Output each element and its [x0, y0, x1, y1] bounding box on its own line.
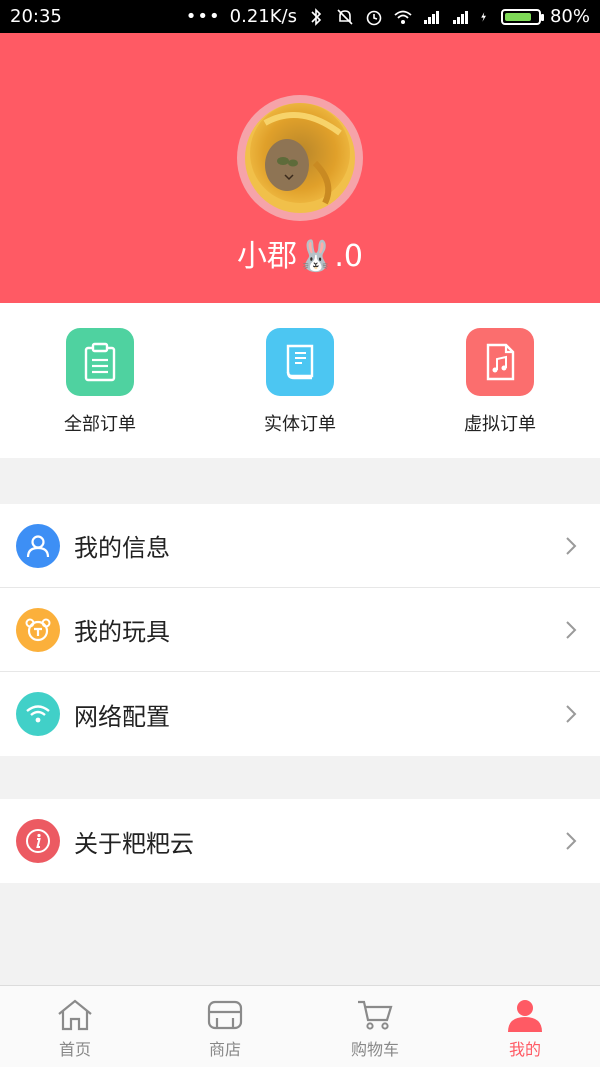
- order-physical-label: 实体订单: [264, 414, 336, 435]
- battery-icon: [500, 8, 544, 25]
- tab-label: 我的: [508, 1040, 541, 1059]
- store-icon: [207, 1000, 243, 1030]
- alarm-icon: [366, 10, 382, 25]
- avatar-frame[interactable]: [237, 95, 363, 221]
- chevron-right-icon: [566, 536, 577, 555]
- tab-label: 首页: [58, 1040, 91, 1059]
- avatar[interactable]: [245, 103, 355, 213]
- network-speed: 0.21K/s: [229, 6, 297, 27]
- signal-icon: [452, 10, 468, 24]
- menu-item-label: 网络配置: [74, 702, 170, 731]
- order-physical[interactable]: 实体订单: [200, 303, 400, 458]
- info-icon: [16, 819, 60, 863]
- user-icon: [16, 523, 60, 568]
- order-all-label: 全部订单: [64, 414, 136, 435]
- menu-item-about[interactable]: 关于粑粑云: [0, 799, 600, 883]
- battery-percent: 80%: [549, 6, 590, 27]
- username: 小郡🐰.0: [237, 239, 363, 274]
- status-bar: 20:35 ••• 0.21K/s 80%: [0, 0, 600, 33]
- menu-item-my-info[interactable]: 我的信息: [0, 504, 600, 588]
- tab-label: 商店: [208, 1040, 241, 1059]
- dots-icon: •••: [185, 6, 221, 27]
- tab-cart[interactable]: 购物车: [300, 986, 450, 1067]
- tab-home[interactable]: 首页: [0, 986, 150, 1067]
- menu-item-my-toys[interactable]: 我的玩具: [0, 588, 600, 672]
- menu-item-label: 我的玩具: [74, 618, 170, 646]
- menu-group-2: 关于粑粑云: [0, 799, 600, 883]
- bluetooth-icon: [311, 7, 322, 26]
- mute-icon: [337, 8, 353, 25]
- tab-store[interactable]: 商店: [150, 986, 300, 1067]
- bottom-tab-bar: 首页 商店 购物车 我的: [0, 985, 600, 1067]
- charging-icon: [481, 11, 486, 22]
- book-icon: [266, 328, 334, 396]
- home-icon: [58, 999, 92, 1031]
- profile-header: 小郡🐰.0: [0, 33, 600, 303]
- wifi-icon: [394, 10, 412, 24]
- order-all[interactable]: 全部订单: [0, 303, 200, 458]
- menu-item-label: 我的信息: [74, 534, 170, 562]
- signal-icon: [423, 10, 439, 24]
- wifi-icon: [16, 692, 60, 736]
- chevron-right-icon: [566, 832, 577, 850]
- profile-icon: [508, 1000, 542, 1032]
- tab-mine[interactable]: 我的: [450, 986, 600, 1067]
- tab-label: 购物车: [350, 1040, 399, 1059]
- chevron-right-icon: [566, 705, 577, 723]
- cart-icon: [358, 1000, 393, 1030]
- menu-item-network-config[interactable]: 网络配置: [0, 672, 600, 756]
- clipboard-icon: [66, 328, 134, 396]
- toy-bear-icon: [16, 607, 60, 652]
- chevron-right-icon: [566, 620, 577, 639]
- order-virtual-label: 虚拟订单: [464, 414, 536, 435]
- order-virtual[interactable]: 虚拟订单: [400, 303, 600, 458]
- avatar-image: [245, 103, 355, 213]
- menu-group-1: 我的信息 我的玩具 网络配置: [0, 504, 600, 756]
- orders-section: 全部订单 实体订单 虚拟订单: [0, 303, 600, 458]
- music-file-icon: [466, 328, 534, 396]
- menu-item-label: 关于粑粑云: [74, 829, 194, 858]
- status-time: 20:35: [10, 6, 62, 27]
